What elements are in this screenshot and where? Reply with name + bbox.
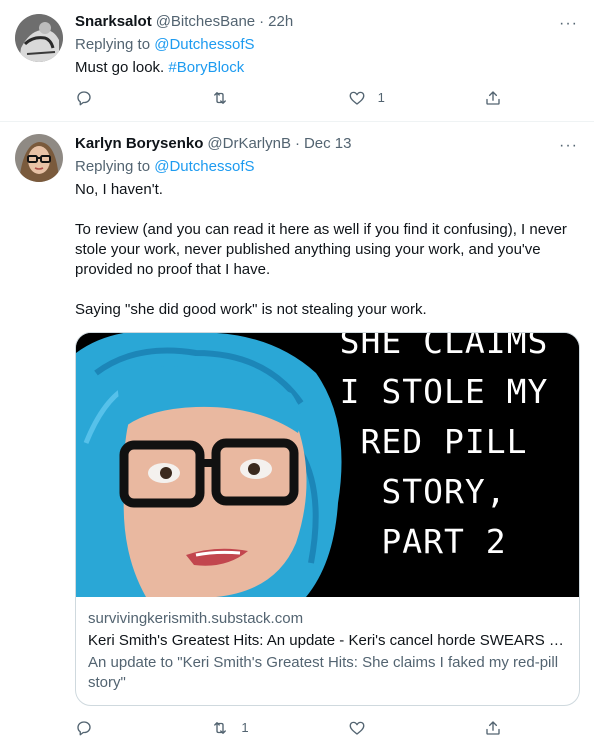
timestamp[interactable]: Dec 13 bbox=[304, 134, 352, 154]
replying-to-label: Replying to bbox=[75, 36, 151, 53]
tweet-actions: 1 bbox=[75, 88, 504, 108]
more-options-icon[interactable]: ··· bbox=[559, 14, 578, 34]
share-button[interactable] bbox=[484, 88, 504, 108]
like-count: 1 bbox=[377, 90, 385, 105]
like-button[interactable] bbox=[348, 718, 408, 738]
separator-dot: · bbox=[294, 135, 300, 152]
card-domain: survivingkerismith.substack.com bbox=[88, 610, 304, 627]
tweet[interactable]: Snarksalot @BitchesBane · 22h ··· Replyi… bbox=[0, 0, 594, 122]
replying-to-mention[interactable]: @DutchessofS bbox=[154, 36, 254, 53]
card-image: SHE CLAIMS I STOLE MY RED PILL STORY, PA… bbox=[76, 333, 579, 597]
separator-dot: · bbox=[259, 13, 265, 30]
card-description: An update to "Keri Smith's Greatest Hits… bbox=[88, 654, 559, 691]
tweet-header: Karlyn Borysenko @DrKarlynB · Dec 13 bbox=[75, 134, 578, 154]
link-preview-card[interactable]: SHE CLAIMS I STOLE MY RED PILL STORY, PA… bbox=[75, 332, 580, 706]
reply-icon bbox=[77, 91, 91, 106]
like-button[interactable]: 1 bbox=[348, 88, 408, 108]
card-title: Keri Smith's Greatest Hits: An update - … bbox=[88, 632, 567, 649]
heart-icon bbox=[349, 91, 365, 105]
avatar-image bbox=[15, 14, 63, 62]
display-name[interactable]: Snarksalot bbox=[75, 12, 152, 32]
reply-button[interactable] bbox=[75, 718, 135, 738]
display-name[interactable]: Karlyn Borysenko bbox=[75, 134, 203, 154]
tweet-text: No, I haven't. To review (and you can re… bbox=[75, 181, 567, 318]
tweet-text: Must go look. #BoryBlock bbox=[75, 58, 578, 78]
card-meta: survivingkerismith.substack.com Keri Smi… bbox=[76, 597, 579, 705]
more-options-icon[interactable]: ··· bbox=[559, 136, 578, 156]
share-button[interactable] bbox=[484, 718, 504, 738]
card-overlay-text: SHE CLAIMS I STOLE MY RED PILL STORY, PA… bbox=[339, 333, 549, 561]
user-handle[interactable]: @DrKarlynB bbox=[207, 134, 291, 154]
avatar[interactable] bbox=[15, 14, 63, 62]
hashtag-link[interactable]: #BoryBlock bbox=[168, 59, 244, 76]
share-icon bbox=[486, 91, 500, 105]
replying-to-mention[interactable]: @DutchessofS bbox=[154, 158, 254, 175]
user-handle[interactable]: @BitchesBane bbox=[156, 12, 255, 32]
reply-button[interactable] bbox=[75, 88, 135, 108]
retweet-icon bbox=[214, 92, 227, 104]
tweet-header: Snarksalot @BitchesBane · 22h bbox=[75, 12, 578, 32]
replying-to: Replying to @DutchessofS bbox=[75, 35, 578, 55]
heart-icon bbox=[349, 721, 365, 735]
share-icon bbox=[486, 721, 500, 735]
tweet-text-body: Must go look. bbox=[75, 59, 169, 76]
replying-to: Replying to @DutchessofS bbox=[75, 157, 578, 177]
retweet-count: 1 bbox=[241, 720, 249, 735]
reply-icon bbox=[77, 721, 91, 736]
avatar[interactable] bbox=[15, 134, 63, 182]
retweet-icon bbox=[214, 722, 227, 734]
retweet-button[interactable] bbox=[211, 88, 271, 108]
tweet[interactable]: Karlyn Borysenko @DrKarlynB · Dec 13 ···… bbox=[0, 122, 594, 750]
avatar-image bbox=[15, 134, 63, 182]
timestamp[interactable]: 22h bbox=[268, 12, 293, 32]
tweet-actions: 1 bbox=[75, 718, 504, 738]
retweet-button[interactable]: 1 bbox=[211, 718, 271, 738]
replying-to-label: Replying to bbox=[75, 158, 151, 175]
